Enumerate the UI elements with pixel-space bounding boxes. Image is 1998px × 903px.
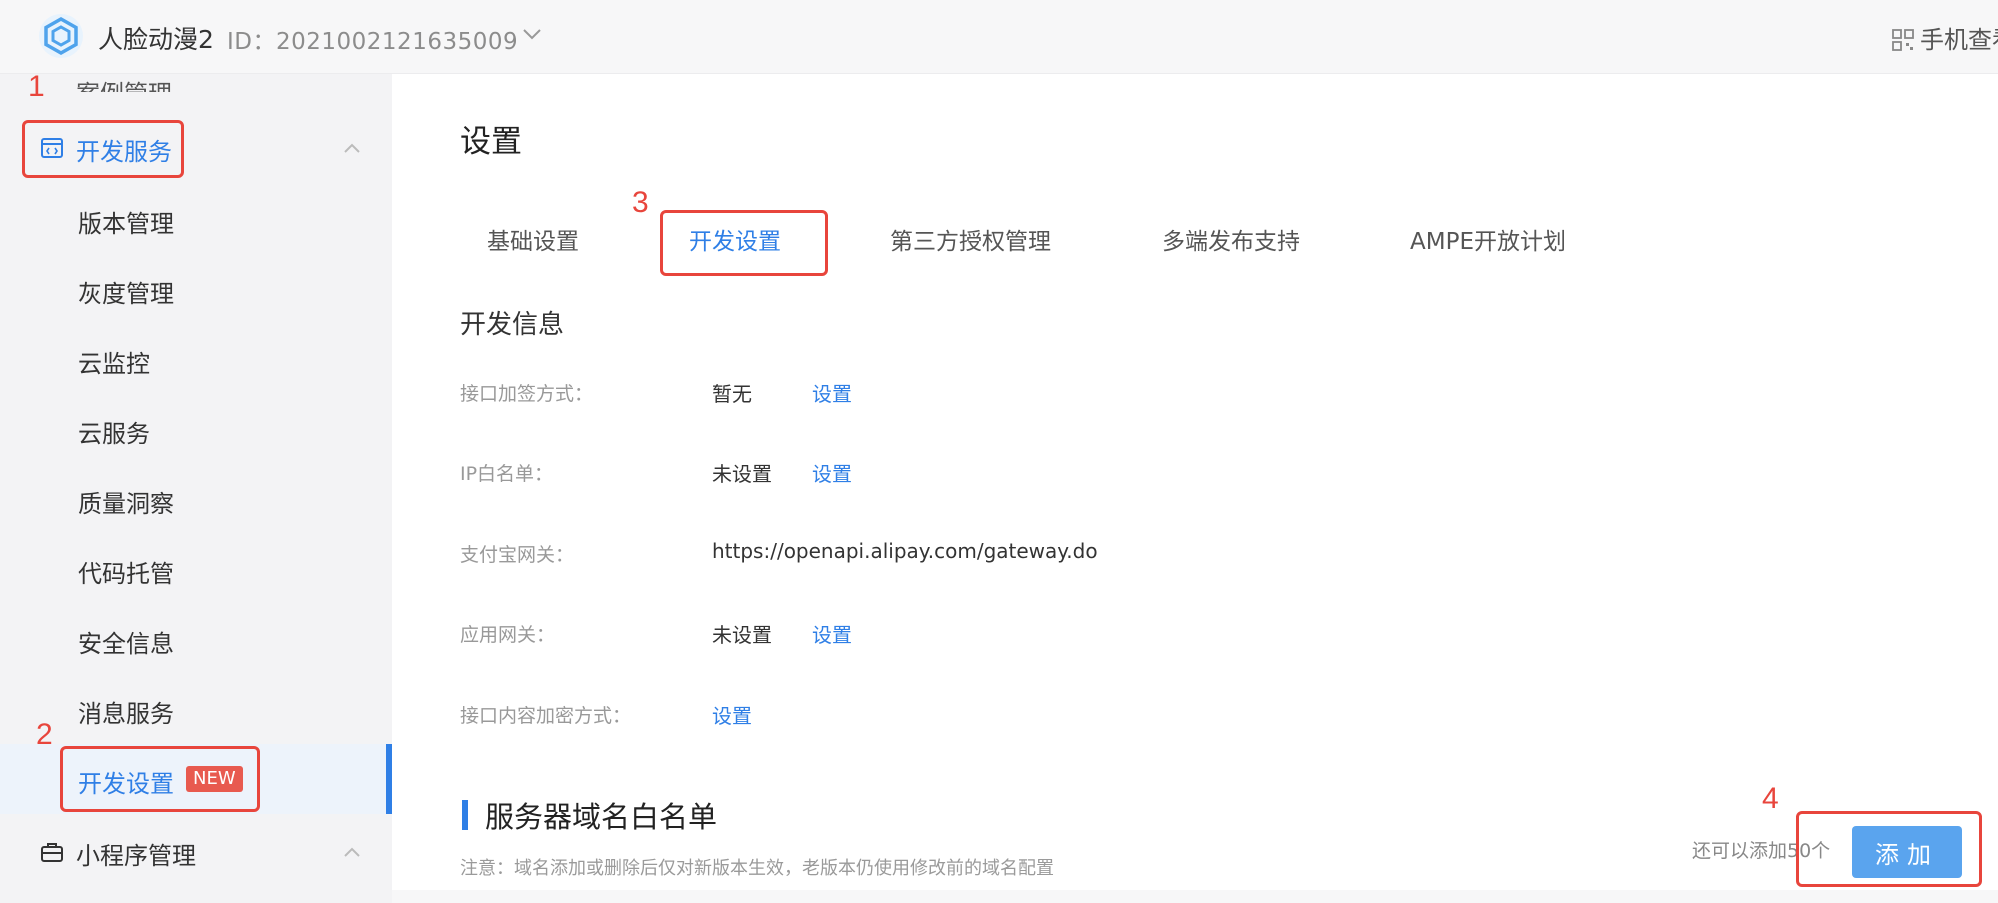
sidebar-group-mini-program[interactable]: 小程序管理 [0,822,392,882]
sidebar-item-cloud-monitoring[interactable]: 云监控 [0,324,392,394]
page-title: 设置 [460,124,522,160]
sidebar-item-label: 代码托管 [78,560,174,588]
sidebar-item-label: 消息服务 [78,700,174,728]
app-logo-icon [39,14,83,58]
dev-info-title: 开发信息 [460,310,565,340]
sidebar-group-label: 小程序管理 [76,842,196,870]
ip-whitelist-value: 未设置 [712,462,772,486]
annotation-number-4: 4 [1762,782,1779,815]
tab-basic-settings[interactable]: 基础设置 [487,222,579,256]
signing-method-label: 接口加签方式： [460,383,594,405]
sidebar-item-label: 质量洞察 [78,490,174,518]
server-domain-whitelist-title: 服务器域名白名单 [485,800,718,834]
sidebar-item-cloud-services[interactable]: 云服务 [0,394,392,464]
signing-method-set-link[interactable]: 设置 [812,378,852,407]
sidebar-item-version-management[interactable]: 版本管理 [0,184,392,254]
sidebar-item-code-hosting[interactable]: 代码托管 [0,534,392,604]
sidebar-item-label: 灰度管理 [78,280,174,308]
app-gateway-set-link[interactable]: 设置 [812,619,852,648]
sidebar-item-label: 版本管理 [78,210,174,238]
top-header: 人脸动漫2 ID：2021002121635009 手机查看 [0,0,1998,74]
sidebar-item-quality-insight[interactable]: 质量洞察 [0,464,392,534]
ip-whitelist-set-link[interactable]: 设置 [812,458,852,487]
alipay-gateway-value: https://openapi.alipay.com/gateway.do [712,539,1098,563]
app-gateway-label: 应用网关： [460,624,556,646]
section-accent-bar [462,800,468,830]
sidebar-item-cut-off[interactable]: 案例管理 [76,74,172,92]
tab-multi-platform[interactable]: 多端发布支持 [1162,222,1300,256]
signing-method-value: 暂无 [712,382,752,406]
tab-third-party-auth[interactable]: 第三方授权管理 [890,222,1051,256]
mobile-view-label: 手机查看 [1920,26,1998,54]
sidebar-item-gray-release[interactable]: 灰度管理 [0,254,392,324]
sidebar-item-label: 云服务 [78,420,150,448]
sidebar-item-message-service[interactable]: 消息服务 [0,674,392,744]
annotation-number-2: 2 [36,718,53,751]
annotation-box-2 [60,746,260,812]
chevron-down-icon[interactable] [520,22,544,46]
annotation-number-1: 1 [28,70,45,103]
qr-code-icon [1892,29,1914,51]
whitelist-note: 注意：域名添加或删除后仅对新版本生效，老版本仍使用修改前的域名配置 [460,858,1054,879]
chevron-up-icon[interactable] [340,138,364,158]
app-gateway-value: 未设置 [712,623,772,647]
annotation-box-3 [660,210,828,276]
annotation-box-1 [22,120,184,178]
chevron-up-icon[interactable] [340,842,364,862]
content-encryption-set-link[interactable]: 设置 [712,700,752,729]
ip-whitelist-label: IP白名单： [460,463,554,485]
mobile-view-link[interactable]: 手机查看 [1892,20,1998,55]
sidebar-item-label: 安全信息 [78,630,174,658]
alipay-gateway-label: 支付宝网关： [460,544,575,566]
bottom-strip [392,890,1998,903]
annotation-box-4 [1796,811,1982,887]
app-id: ID：2021002121635009 [227,29,519,55]
sidebar-item-label: 云监控 [78,350,150,378]
briefcase-icon [41,843,63,862]
annotation-number-3: 3 [632,186,649,219]
app-name: 人脸动漫2 [98,25,214,54]
sidebar-item-security-info[interactable]: 安全信息 [0,604,392,674]
content-encryption-label: 接口内容加密方式： [460,705,632,727]
tab-ampe-plan[interactable]: AMPE开放计划 [1410,222,1566,256]
